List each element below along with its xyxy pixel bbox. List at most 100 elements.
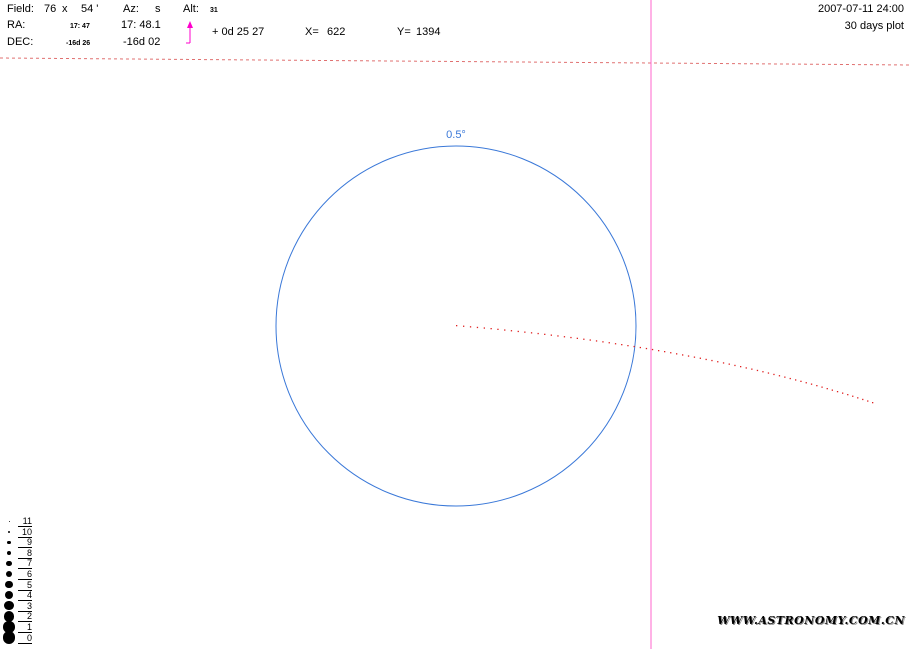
track-point: [699, 357, 701, 359]
track-point: [497, 328, 499, 330]
track-point: [595, 340, 598, 342]
track-point: [836, 391, 839, 393]
track-point: [795, 379, 797, 381]
track-point: [756, 369, 759, 372]
track-point: [490, 328, 492, 330]
magnitude-label: 8: [18, 548, 32, 559]
site-watermark: WWW.ASTRONOMY.COM.CN: [717, 614, 905, 627]
track-point: [778, 375, 781, 377]
track-point: [469, 326, 472, 328]
magnitude-row: 11: [0, 516, 34, 527]
magnitude-dot: [7, 530, 11, 533]
track-point: [570, 336, 572, 339]
track-point: [693, 356, 696, 358]
track-point: [857, 397, 859, 399]
horizon-line: [0, 57, 911, 66]
track-point: [711, 359, 713, 362]
track-point: [745, 367, 747, 369]
track-point: [728, 363, 730, 365]
magnitude-label: 0: [18, 633, 32, 644]
track-point: [842, 392, 844, 394]
track-point: [550, 334, 552, 336]
track-point: [651, 348, 654, 351]
magnitude-row: 5: [0, 580, 34, 591]
track-point: [664, 351, 666, 353]
circle-size-label: 0.5°: [446, 129, 466, 141]
magnitude-dot: [5, 580, 13, 589]
track-point: [717, 361, 719, 363]
magnitude-row: 6: [0, 569, 34, 580]
track-point: [463, 325, 465, 327]
track-point: [789, 377, 791, 380]
motion-track: [456, 325, 874, 404]
magnitude-label: 6: [18, 569, 32, 580]
track-point: [805, 382, 807, 384]
magnitude-label: 11: [18, 516, 32, 527]
track-point: [810, 383, 813, 385]
magnitude-row: 8: [0, 548, 34, 559]
track-point: [831, 389, 833, 391]
track-point: [504, 329, 506, 331]
track-point: [621, 344, 623, 346]
magnitude-label: 5: [18, 580, 32, 591]
track-point: [608, 342, 610, 344]
magnitude-row: 3: [0, 601, 34, 612]
track-point: [530, 332, 533, 334]
track-point: [544, 333, 546, 335]
magnitude-dot: [2, 631, 16, 644]
magnitude-label: 4: [18, 590, 32, 602]
track-point: [722, 362, 725, 364]
track-point: [826, 388, 828, 390]
track-point: [589, 339, 591, 341]
track-point: [476, 326, 479, 329]
track-point: [847, 394, 849, 396]
magnitude-dot: [5, 570, 13, 578]
track-point: [862, 398, 864, 401]
track-point: [767, 372, 770, 374]
track-point: [557, 335, 559, 337]
track-point: [762, 371, 764, 373]
track-point: [633, 345, 635, 348]
track-point: [682, 354, 684, 356]
track-point: [576, 337, 578, 339]
magnitude-label: 2: [18, 611, 32, 623]
track-point: [658, 350, 660, 352]
magnitude-dot: [7, 540, 11, 544]
track-point: [687, 355, 690, 357]
magnitude-row: 4: [0, 590, 34, 602]
magnitude-row: 0: [0, 631, 34, 644]
magnitude-dot: [8, 520, 10, 522]
track-point: [821, 386, 823, 388]
track-point: [734, 364, 736, 367]
track-point: [645, 347, 648, 350]
track-point: [627, 345, 629, 347]
track-point: [773, 373, 775, 376]
magnitude-row: 7: [0, 558, 34, 570]
track-point: [537, 332, 539, 335]
track-point: [705, 358, 707, 361]
track-point: [614, 343, 617, 345]
track-point: [852, 395, 854, 397]
track-point: [800, 380, 802, 382]
sky-plot[interactable]: 0.5°: [0, 0, 911, 649]
magnitude-dot: [6, 560, 12, 566]
track-point: [784, 376, 786, 378]
track-point: [751, 368, 753, 370]
track-point: [639, 346, 641, 349]
track-point: [483, 327, 485, 329]
magnitude-label: 3: [18, 601, 32, 612]
direction-arrow-icon: [186, 21, 193, 44]
magnitude-label: 1: [18, 622, 32, 633]
magnitude-row: 9: [0, 537, 34, 549]
magnitude-label: 7: [18, 558, 32, 570]
track-point: [676, 353, 678, 355]
magnitude-row: 10: [0, 527, 34, 538]
track-point: [816, 385, 818, 387]
track-point: [670, 352, 672, 354]
magnitude-label: 10: [18, 527, 32, 538]
track-point: [517, 330, 519, 333]
track-point: [563, 336, 566, 338]
track-point: [524, 331, 526, 333]
magnitude-dot: [4, 601, 14, 611]
magnitude-dot: [6, 550, 12, 555]
